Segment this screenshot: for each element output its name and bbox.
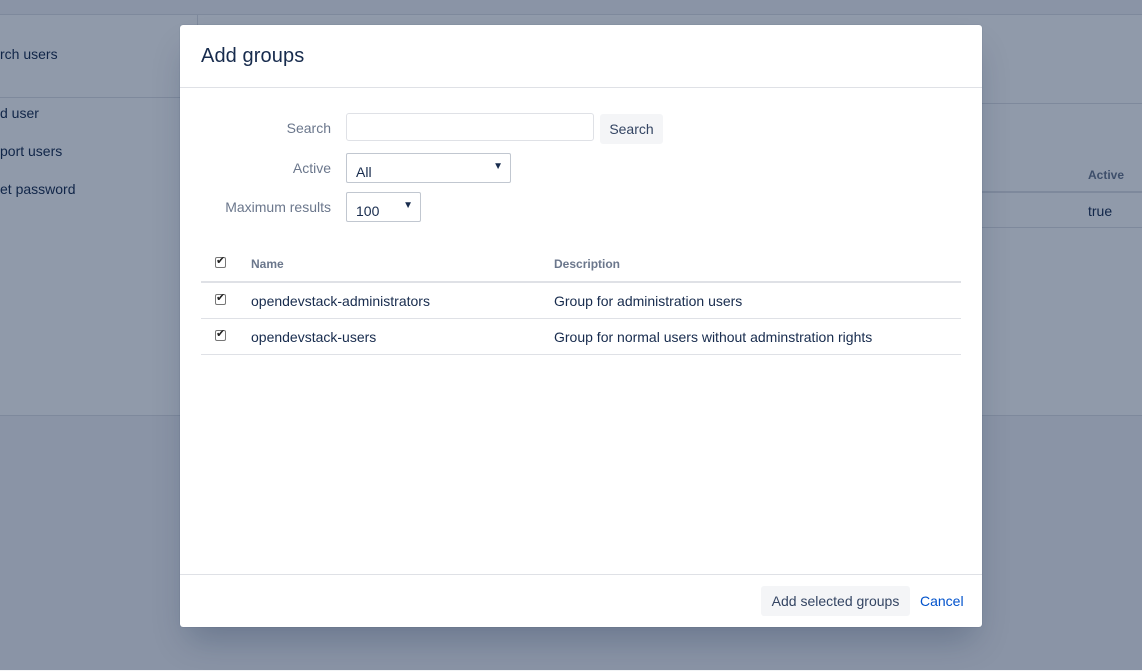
checkmark-icon: ✔ bbox=[216, 291, 226, 304]
table-row: ✔ opendevstack-users Group for normal us… bbox=[201, 319, 961, 355]
column-header-description[interactable]: Description bbox=[554, 257, 620, 271]
group-description: Group for normal users without adminstra… bbox=[554, 329, 873, 345]
add-selected-groups-button[interactable]: Add selected groups bbox=[761, 586, 910, 616]
row-checkbox[interactable]: ✔ bbox=[215, 291, 226, 305]
search-button[interactable]: Search bbox=[600, 114, 663, 144]
table-header: ✔ Name Description bbox=[201, 248, 961, 283]
add-groups-dialog: Add groups Search Search Active All ▼ Ma… bbox=[180, 25, 982, 627]
cancel-link[interactable]: Cancel bbox=[920, 593, 964, 609]
group-name: opendevstack-administrators bbox=[251, 293, 430, 309]
group-name: opendevstack-users bbox=[251, 329, 377, 345]
active-label: Active bbox=[292, 160, 331, 176]
max-results-label: Maximum results bbox=[225, 199, 331, 215]
checkmark-icon: ✔ bbox=[216, 327, 226, 340]
dialog-footer: Add selected groups Cancel bbox=[180, 574, 982, 628]
search-input[interactable] bbox=[346, 113, 594, 141]
row-checkbox[interactable]: ✔ bbox=[215, 327, 226, 341]
active-select[interactable]: All ▼ bbox=[346, 153, 511, 183]
search-label: Search bbox=[286, 120, 331, 136]
max-results-select-value: 100 bbox=[356, 203, 380, 219]
dialog-title: Add groups bbox=[201, 45, 305, 67]
column-header-name[interactable]: Name bbox=[251, 257, 284, 271]
checkmark-icon: ✔ bbox=[216, 254, 226, 267]
caret-down-icon: ▼ bbox=[493, 161, 503, 172]
select-all-checkbox[interactable]: ✔ bbox=[215, 254, 226, 268]
caret-down-icon: ▼ bbox=[403, 200, 413, 211]
table-row: ✔ opendevstack-administrators Group for … bbox=[201, 283, 961, 319]
active-select-value: All bbox=[356, 164, 372, 180]
dialog-header: Add groups bbox=[180, 25, 982, 88]
group-description: Group for administration users bbox=[554, 293, 743, 309]
max-results-select[interactable]: 100 ▼ bbox=[346, 192, 421, 222]
